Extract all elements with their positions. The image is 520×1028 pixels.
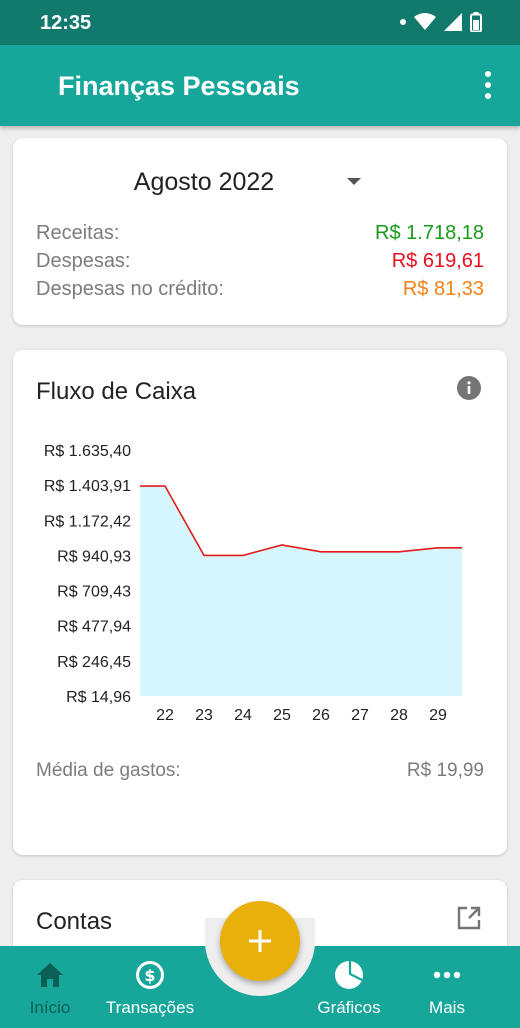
nav-item-more[interactable]: Mais <box>416 946 478 1028</box>
credit-expenses-label: Despesas no crédito: <box>36 278 224 300</box>
credit-expenses-value: R$ 81,33 <box>402 278 484 300</box>
wifi-icon <box>414 13 436 30</box>
add-icon <box>249 930 271 952</box>
status-icons <box>400 12 482 32</box>
open-external-icon[interactable] <box>457 906 481 930</box>
average-value: R$ 19,99 <box>406 760 484 781</box>
x-tick-label: 23 <box>195 707 213 724</box>
pie-chart-icon <box>334 960 364 990</box>
nav-item-charts[interactable]: Gráficos <box>304 946 394 1028</box>
month-label: Agosto 2022 <box>133 168 275 196</box>
income-value: R$ 1.718,18 <box>375 222 484 244</box>
signal-icon <box>444 13 462 31</box>
average-label: Média de gastos: <box>36 760 181 781</box>
x-tick-label: 29 <box>429 707 447 724</box>
x-tick-label: 22 <box>156 707 174 724</box>
status-time: 12:35 <box>40 12 92 34</box>
cash-flow-chart: R$ 1.635,40 R$ 1.403,91 R$ 1.172,42 R$ 940,… <box>44 443 462 724</box>
x-tick-label: 28 <box>390 707 408 724</box>
chart-area-fill <box>140 486 462 696</box>
nav-item-transactions[interactable]: $ Transações <box>100 946 200 1028</box>
nav-label-more: Mais <box>429 998 465 1017</box>
nav-item-home[interactable]: Início <box>18 946 82 1028</box>
x-tick-label: 25 <box>273 707 291 724</box>
month-selector[interactable]: Agosto 2022 <box>13 168 507 198</box>
app-bar: Finanças Pessoais <box>0 45 520 126</box>
expenses-label: Despesas: <box>36 250 131 272</box>
x-tick-label: 27 <box>351 707 369 724</box>
y-tick-label: R$ 1.172,42 <box>44 513 131 530</box>
more-vert-icon[interactable] <box>482 71 494 99</box>
add-transaction-button[interactable] <box>220 901 300 981</box>
y-tick-label: R$ 940,93 <box>57 548 131 565</box>
svg-text:$: $ <box>144 966 155 985</box>
y-tick-label: R$ 246,45 <box>57 654 131 671</box>
dollar-circle-icon: $ <box>135 960 165 990</box>
y-tick-label: R$ 1.635,40 <box>44 443 131 460</box>
nav-label-home: Início <box>29 998 71 1017</box>
dropdown-caret-icon <box>347 178 361 185</box>
battery-icon <box>470 12 482 32</box>
average-row: Média de gastos: R$ 19,99 <box>36 760 484 782</box>
status-bar: 12:35 <box>0 0 520 45</box>
more-horiz-icon <box>433 960 461 990</box>
notification-dot-icon <box>400 19 406 25</box>
summary-card: Agosto 2022 Receitas: R$ 1.718,18 Despes… <box>13 138 507 325</box>
y-tick-label: R$ 477,94 <box>57 619 131 636</box>
cash-flow-card: Fluxo de Caixa R$ 1.635,40 R$ 1.403,91 R$ … <box>13 350 507 855</box>
y-tick-label: R$ 709,43 <box>57 584 131 601</box>
x-tick-label: 24 <box>234 707 252 724</box>
nav-label-charts: Gráficos <box>317 998 381 1017</box>
expenses-value: R$ 619,61 <box>391 250 484 272</box>
y-tick-label: R$ 1.403,91 <box>44 478 131 495</box>
nav-label-transactions: Transações <box>105 998 195 1017</box>
app-title: Finanças Pessoais <box>58 71 300 101</box>
home-icon <box>36 960 64 990</box>
y-tick-label: R$ 14,96 <box>66 689 131 706</box>
x-tick-label: 26 <box>312 707 330 724</box>
accounts-title: Contas <box>36 908 113 935</box>
income-label: Receitas: <box>36 222 120 244</box>
